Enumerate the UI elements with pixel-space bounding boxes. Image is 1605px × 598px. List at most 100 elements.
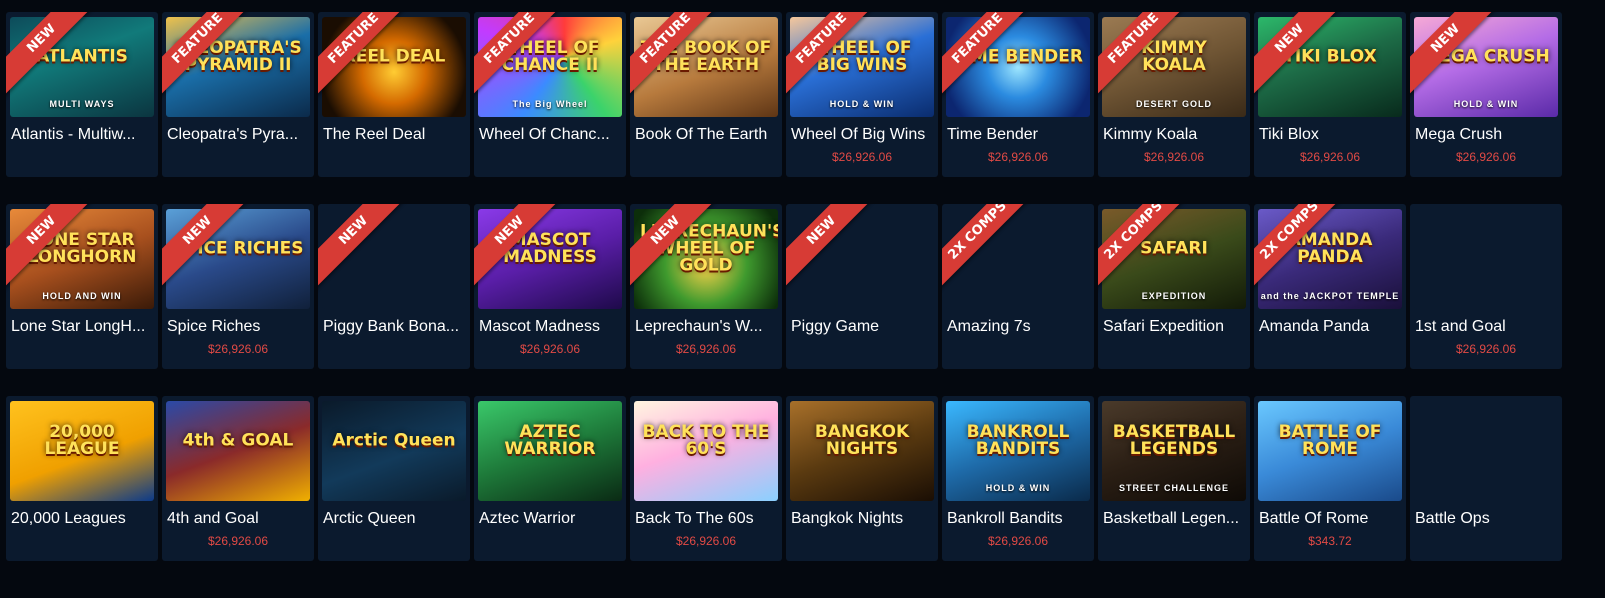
game-thumbnail[interactable]: BACK TO THE 60'S	[634, 401, 778, 501]
game-tile[interactable]: TIME BENDER FEATURE Time Bender $26,926.06	[942, 12, 1094, 177]
game-tile[interactable]: REEL DEAL FEATURE The Reel Deal	[318, 12, 470, 177]
jackpot-amount: $26,926.06	[1143, 150, 1205, 164]
thumbnail-subtitle: HOLD & WIN	[1453, 99, 1519, 109]
thumbnail-logo-text: 20,000 LEAGUE	[44, 422, 120, 459]
game-thumbnail[interactable]: BANKROLL BANDITS HOLD & WIN	[946, 401, 1090, 501]
game-tile[interactable]: Arctic Queen Arctic Queen	[318, 396, 470, 561]
game-tile[interactable]: 1st and Goal $26,926.06	[1410, 204, 1562, 369]
thumbnail-subtitle: STREET CHALLENGE	[1118, 483, 1229, 493]
game-title[interactable]: Amazing 7s	[947, 318, 1091, 336]
thumbnail-subtitle: DESERT GOLD	[1135, 99, 1212, 109]
thumbnail-subtitle: and the JACKPOT TEMPLE	[1260, 291, 1400, 301]
game-title[interactable]: Amanda Panda	[1259, 318, 1403, 336]
game-tile[interactable]: NEW Piggy Bank Bona...	[318, 204, 470, 369]
game-tile[interactable]: THE BOOK OF THE EARTH FEATURE Book Of The …	[630, 12, 782, 177]
game-title[interactable]: Wheel Of Chanc...	[479, 126, 623, 144]
game-title[interactable]: Piggy Bank Bona...	[323, 318, 467, 336]
game-thumbnail[interactable]	[1414, 209, 1558, 309]
thumbnail-logo-text: 4th & GOAL	[182, 430, 294, 451]
game-title[interactable]: Basketball Legen...	[1103, 510, 1247, 528]
game-row: ATLANTIS MULTI WAYS NEW Atlantis - Multiw..…	[6, 12, 1602, 177]
game-row: LONE STAR LONGHORN HOLD AND WIN NEW Lone St…	[6, 204, 1602, 369]
game-tile[interactable]: AMANDA PANDA and the JACKPOT TEMPLE 2X COM…	[1254, 204, 1406, 369]
game-title[interactable]: Spice Riches	[167, 318, 311, 336]
game-thumbnail[interactable]: Arctic Queen	[322, 401, 466, 501]
game-tile[interactable]: Battle Ops	[1410, 396, 1562, 561]
thumbnail-logo-text: Arctic Queen	[332, 430, 456, 451]
game-title[interactable]: Bangkok Nights	[791, 510, 935, 528]
game-tile[interactable]: 2X COMPS Amazing 7s	[942, 204, 1094, 369]
thumbnail-subtitle: The Big Wheel	[512, 99, 588, 109]
game-thumbnail[interactable]: BANGKOK NIGHTS	[790, 401, 934, 501]
thumbnail-subtitle: HOLD AND WIN	[42, 291, 122, 301]
game-tile[interactable]: AZTEC WARRIOR Aztec Warrior	[474, 396, 626, 561]
game-thumbnail[interactable]: BASKETBALL LEGENDS STREET CHALLENGE	[1102, 401, 1246, 501]
jackpot-amount: $26,926.06	[831, 150, 893, 164]
game-tile[interactable]: SAFARI EXPEDITION 2X COMPS Safari Expeditio…	[1098, 204, 1250, 369]
jackpot-amount: $26,926.06	[987, 534, 1049, 548]
game-title[interactable]: Leprechaun's W...	[635, 318, 779, 336]
game-tile[interactable]: BASKETBALL LEGENDS STREET CHALLENGE Basket…	[1098, 396, 1250, 561]
game-thumbnail[interactable]: AZTEC WARRIOR	[478, 401, 622, 501]
game-title[interactable]: Book Of The Earth	[635, 126, 779, 144]
game-title[interactable]: Battle Ops	[1415, 510, 1559, 528]
game-title[interactable]: 1st and Goal	[1415, 318, 1559, 336]
game-tile[interactable]: MASCOT MADNESS NEW Mascot Madness $26,926.0…	[474, 204, 626, 369]
game-tile[interactable]: BACK TO THE 60'S Back To The 60s $26,926.0…	[630, 396, 782, 561]
game-tile[interactable]: LONE STAR LONGHORN HOLD AND WIN NEW Lone St…	[6, 204, 158, 369]
game-title[interactable]: Piggy Game	[791, 318, 935, 336]
game-title[interactable]: Cleopatra's Pyra...	[167, 126, 311, 144]
game-tile[interactable]: WHEEL OF BIG WINS HOLD & WIN FEATURE Wheel …	[786, 12, 938, 177]
jackpot-amount: $26,926.06	[1455, 150, 1517, 164]
fourth-goal-game-art	[166, 401, 310, 501]
game-title[interactable]: Tiki Blox	[1259, 126, 1403, 144]
game-tile[interactable]: NEW Piggy Game	[786, 204, 938, 369]
jackpot-amount: $26,926.06	[987, 150, 1049, 164]
thumbnail-logo-text: BANKROLL BANDITS	[966, 422, 1070, 459]
game-title[interactable]: Kimmy Koala	[1103, 126, 1247, 144]
thumbnail-subtitle: HOLD & WIN	[985, 483, 1051, 493]
game-tile[interactable]: 20,000 LEAGUE 20,000 Leagues	[6, 396, 158, 561]
game-title[interactable]: Aztec Warrior	[479, 510, 623, 528]
game-title[interactable]: Bankroll Bandits	[947, 510, 1091, 528]
game-tile[interactable]: WHEEL OF CHANCE II The Big Wheel FEATURE Wh…	[474, 12, 626, 177]
game-title[interactable]: The Reel Deal	[323, 126, 467, 144]
game-tile[interactable]: 4th & GOAL 4th and Goal $26,926.06	[162, 396, 314, 561]
game-tile[interactable]: MEGA CRUSH HOLD & WIN NEW Mega Crush $26,926…	[1410, 12, 1562, 177]
game-tile[interactable]: TIKI BLOX NEW Tiki Blox $26,926.06	[1254, 12, 1406, 177]
game-tile[interactable]: BANKROLL BANDITS HOLD & WIN Bankroll Bandi…	[942, 396, 1094, 561]
game-title[interactable]: Battle Of Rome	[1259, 510, 1403, 528]
game-tile[interactable]: BATTLE OF ROME Battle Of Rome $343.72	[1254, 396, 1406, 561]
game-thumbnail[interactable]	[1414, 401, 1558, 501]
game-tile[interactable]: CLEOPATRA'S PYRAMID II FEATURE Cleopatra's…	[162, 12, 314, 177]
game-title[interactable]: Mascot Madness	[479, 318, 623, 336]
jackpot-amount: $26,926.06	[207, 534, 269, 548]
game-title[interactable]: Lone Star LongH...	[11, 318, 155, 336]
thumbnail-logo-text: AZTEC WARRIOR	[504, 422, 596, 459]
game-title[interactable]: Arctic Queen	[323, 510, 467, 528]
game-title[interactable]: Atlantis - Multiw...	[11, 126, 155, 144]
game-title[interactable]: Time Bender	[947, 126, 1091, 144]
jackpot-amount: $343.72	[1308, 534, 1352, 548]
game-tile[interactable]: LEPRECHAUN'S WHEEL OF GOLD NEW Leprechaun'…	[630, 204, 782, 369]
game-thumbnail[interactable]: BATTLE OF ROME	[1258, 401, 1402, 501]
game-title[interactable]: Wheel Of Big Wins	[791, 126, 935, 144]
game-row: 20,000 LEAGUE 20,000 Leagues 4th & GOAL 4th…	[6, 396, 1602, 561]
thumbnail-logo-text: BASKETBALL LEGENDS	[1112, 422, 1236, 459]
game-title[interactable]: Safari Expedition	[1103, 318, 1247, 336]
thumbnail-subtitle: MULTI WAYS	[49, 99, 115, 109]
game-tile[interactable]: KIMMY KOALA DESERT GOLD FEATURE Kimmy Koala…	[1098, 12, 1250, 177]
game-title[interactable]: Mega Crush	[1415, 126, 1559, 144]
game-thumbnail[interactable]: 4th & GOAL	[166, 401, 310, 501]
game-title[interactable]: 4th and Goal	[167, 510, 311, 528]
jackpot-amount: $26,926.06	[675, 534, 737, 548]
game-title[interactable]: 20,000 Leagues	[11, 510, 155, 528]
game-tile[interactable]: ATLANTIS MULTI WAYS NEW Atlantis - Multiw..…	[6, 12, 158, 177]
game-title[interactable]: Back To The 60s	[635, 510, 779, 528]
game-thumbnail[interactable]: 20,000 LEAGUE	[10, 401, 154, 501]
game-tile[interactable]: BANGKOK NIGHTS Bangkok Nights	[786, 396, 938, 561]
thumbnail-subtitle: EXPEDITION	[1141, 291, 1207, 301]
arctic-queen-game-art	[322, 401, 466, 501]
game-tile[interactable]: SPICE RICHES NEW Spice Riches $26,926.06	[162, 204, 314, 369]
thumbnail-logo-text: BATTLE OF ROME	[1278, 422, 1382, 459]
